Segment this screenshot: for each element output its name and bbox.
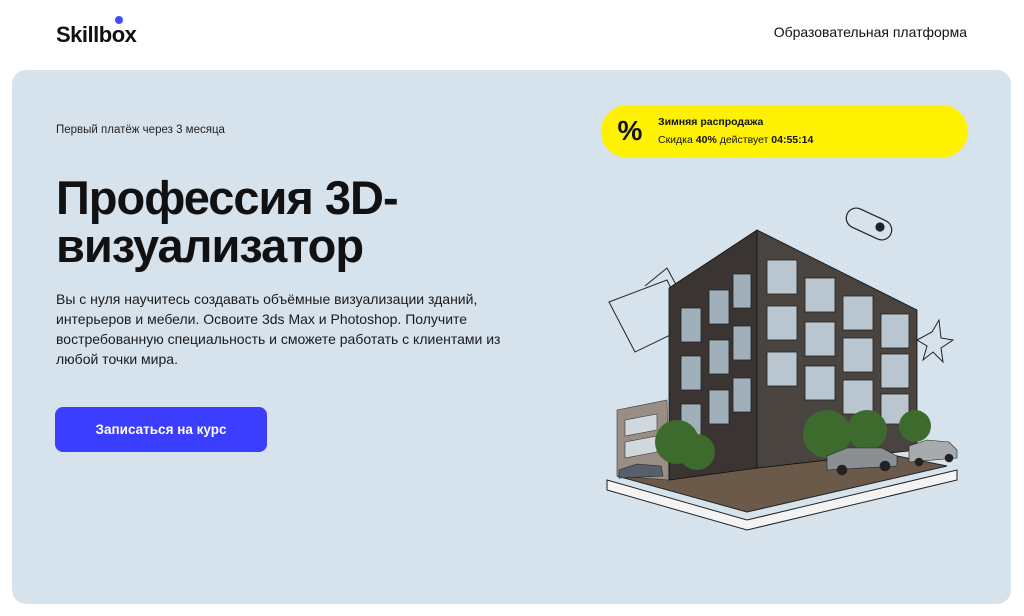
skillbox-logo[interactable]: Skillb ox: [56, 16, 137, 48]
logo-text-end: x: [124, 22, 137, 47]
pill-doodle-icon: [845, 207, 893, 241]
promo-discount-prefix: Скидка: [658, 134, 693, 146]
promo-discount-suffix: действует: [719, 134, 769, 146]
enroll-button[interactable]: Записаться на курс: [55, 407, 267, 452]
percent-icon: %: [617, 115, 643, 146]
star-doodle-icon: [915, 318, 955, 364]
course-description: Вы с нуля научитесь создавать объёмные в…: [56, 291, 501, 367]
building-illustration: [606, 207, 958, 531]
logo-o-with-bulb: o: [112, 16, 125, 48]
promo-discount-line: Скидка 40% действует 04:55:14: [658, 134, 813, 146]
page-title: Профессия 3D-визуализатор: [56, 171, 399, 272]
promo-discount-value: 40%: [695, 134, 717, 146]
logo-text-start: Skillb: [56, 22, 112, 47]
promo-title: Зимняя распродажа: [658, 116, 764, 128]
winter-sale-badge[interactable]: % Зимняя распродажа Скидка 40% действует…: [601, 105, 968, 158]
platform-link[interactable]: Образовательная платформа: [774, 24, 967, 40]
hero-banner: Первый платёж через 3 месяца Профессия 3…: [12, 70, 1011, 604]
top-bar: Skillb ox Образовательная платформа: [0, 0, 1024, 70]
logo-bulb-icon: [114, 16, 123, 24]
promo-timer: 04:55:14: [771, 134, 814, 146]
first-payment-note: Первый платёж через 3 месяца: [56, 124, 225, 136]
